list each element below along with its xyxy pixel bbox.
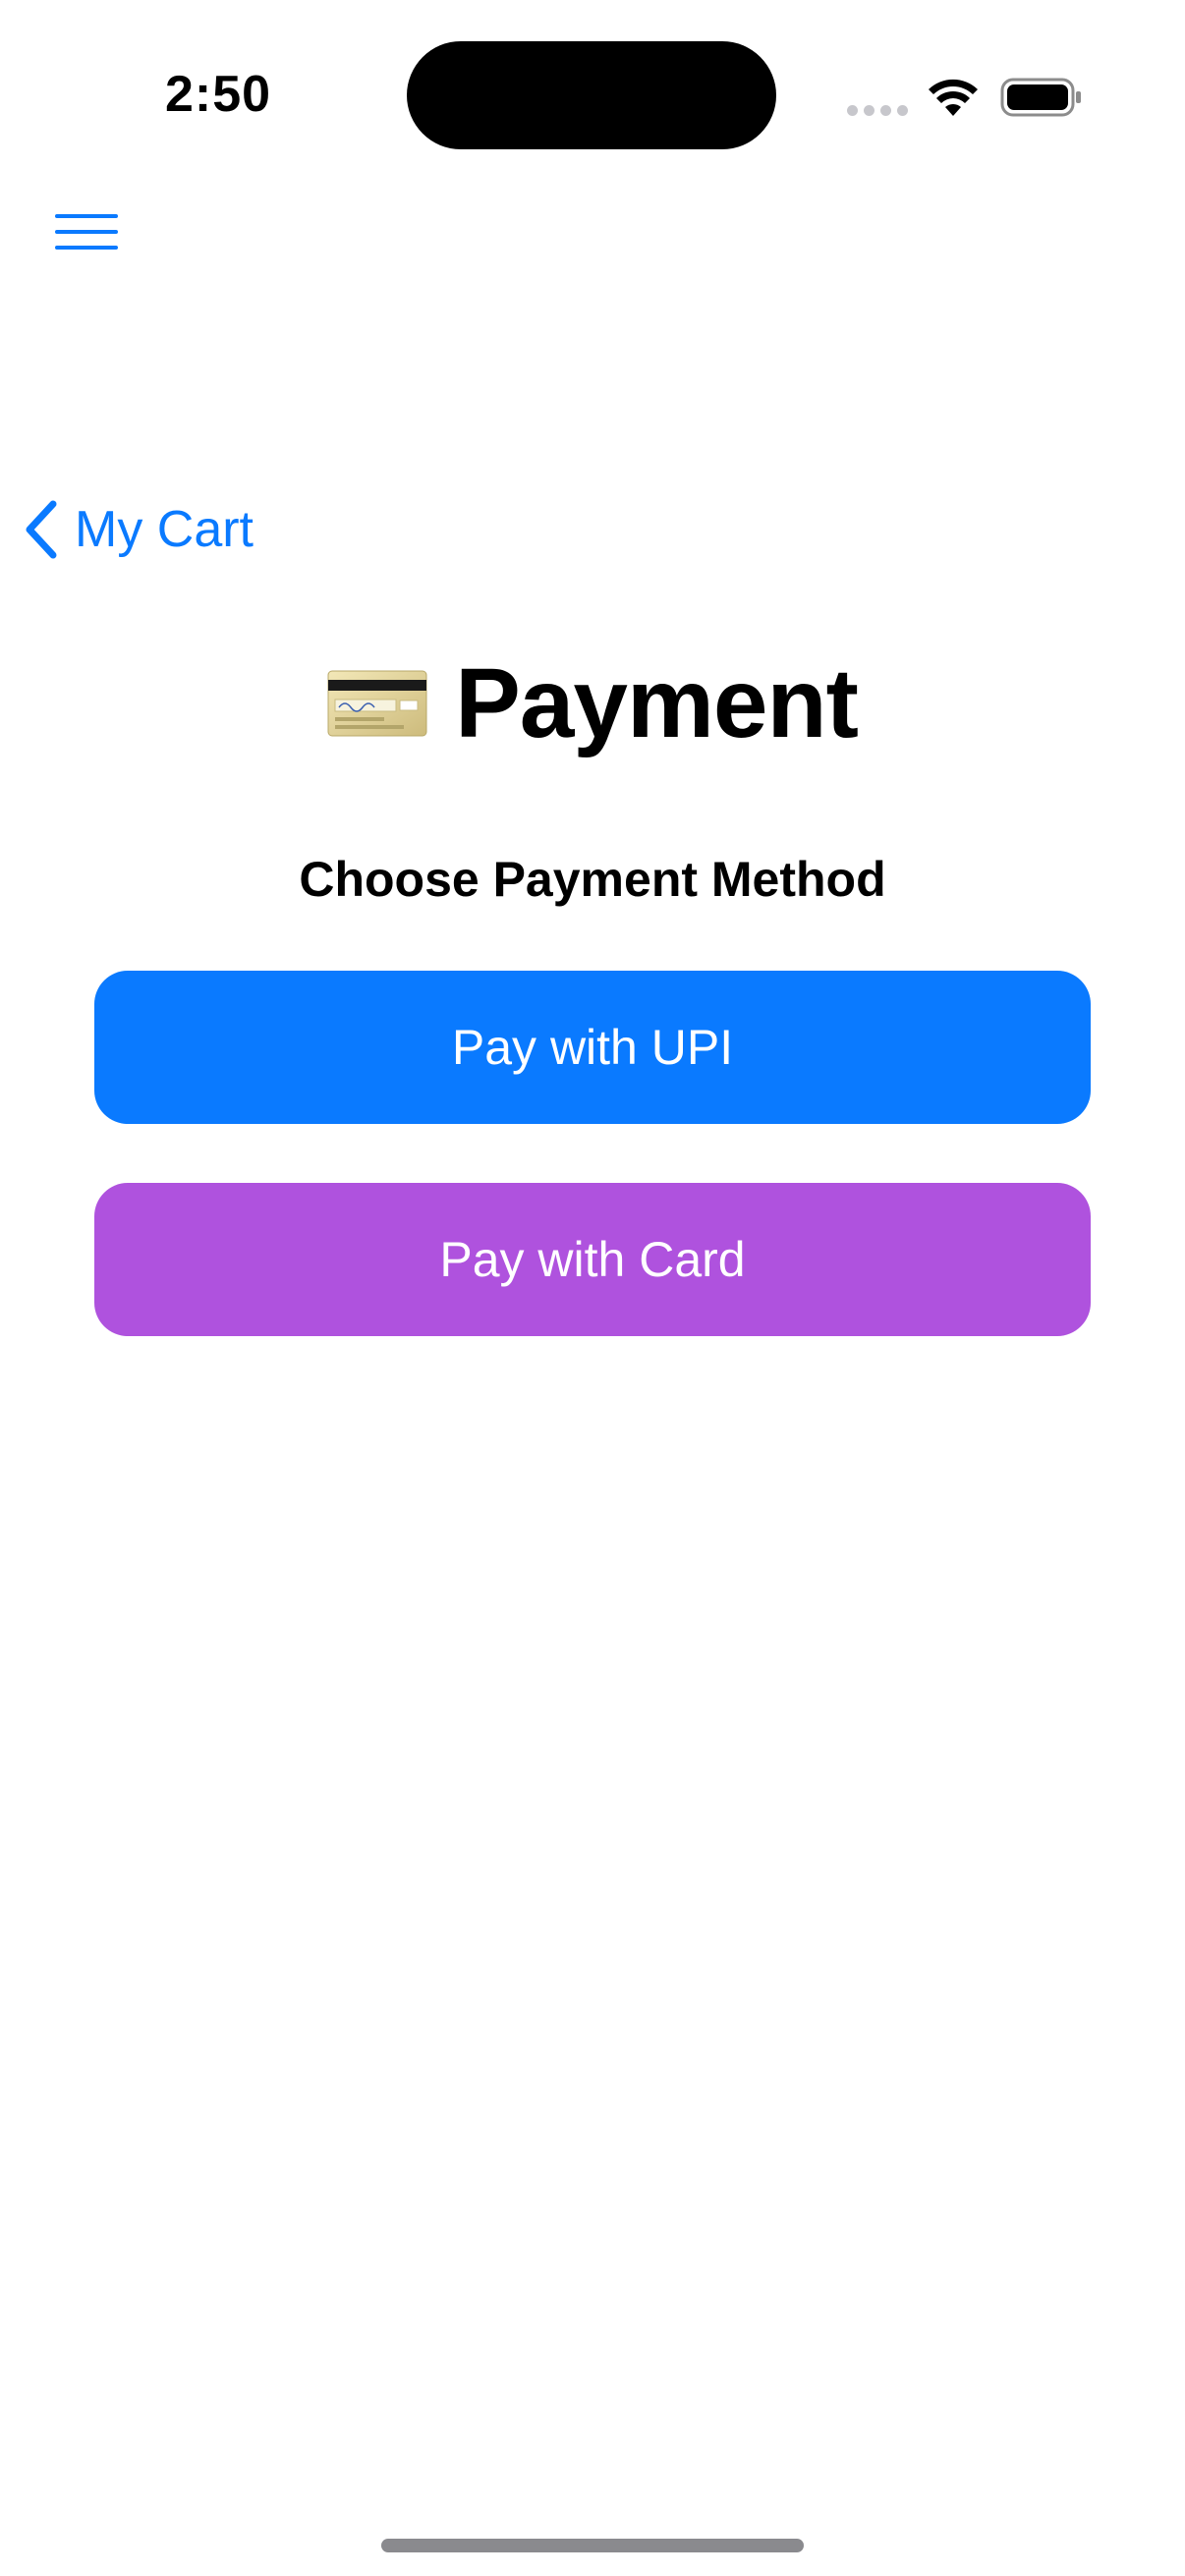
- cellular-signal-icon: [847, 102, 908, 118]
- chevron-left-icon: [26, 500, 57, 559]
- section-heading: Choose Payment Method: [299, 852, 886, 907]
- battery-icon: [1000, 78, 1081, 117]
- pay-with-upi-label: Pay with UPI: [451, 1020, 734, 1075]
- pay-with-card-button[interactable]: Pay with Card: [94, 1183, 1091, 1336]
- dynamic-island: [407, 41, 776, 149]
- page-header: Payment: [0, 644, 1185, 762]
- wifi-icon: [929, 79, 978, 116]
- home-indicator[interactable]: [381, 2539, 804, 2552]
- pay-with-card-label: Pay with Card: [439, 1232, 746, 1287]
- page-title: Payment: [455, 647, 859, 758]
- pay-with-upi-button[interactable]: Pay with UPI: [94, 971, 1091, 1124]
- menu-button[interactable]: [51, 206, 122, 257]
- status-time: 2:50: [165, 66, 272, 123]
- credit-card-icon: [327, 670, 427, 737]
- back-label: My Cart: [75, 501, 254, 558]
- back-to-cart-button[interactable]: My Cart: [22, 495, 254, 564]
